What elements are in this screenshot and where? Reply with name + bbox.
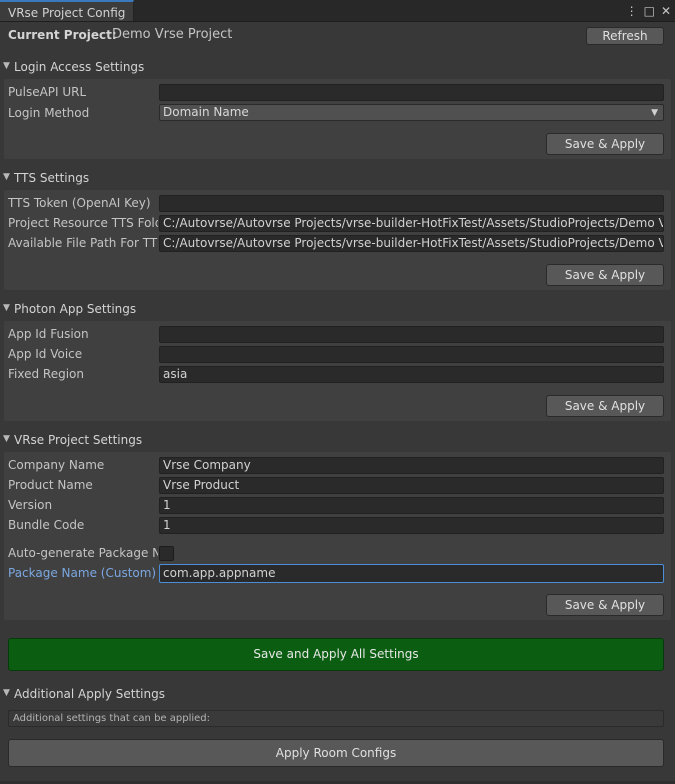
section-title-login: Login Access Settings: [14, 60, 145, 74]
project-save-apply-button[interactable]: Save & Apply: [546, 594, 664, 616]
login-method-value: Domain Name: [163, 105, 249, 119]
version-input[interactable]: 1: [159, 497, 664, 514]
fixed-region-label: Fixed Region: [8, 367, 84, 381]
refresh-button[interactable]: Refresh: [586, 27, 664, 45]
company-name-input[interactable]: Vrse Company: [159, 457, 664, 474]
foldout-arrow-icon: ▼: [3, 61, 10, 71]
foldout-arrow-icon: ▼: [3, 303, 10, 313]
app-id-voice-label: App Id Voice: [8, 347, 83, 361]
apply-room-configs-button[interactable]: Apply Room Configs: [8, 739, 664, 767]
fixed-region-input[interactable]: asia: [159, 366, 664, 383]
tts-token-label: TTS Token (OpenAI Key): [8, 196, 151, 210]
tts-token-input[interactable]: [159, 195, 664, 212]
current-project-value: Demo Vrse Project: [112, 27, 233, 42]
bundle-code-input[interactable]: 1: [159, 517, 664, 534]
company-name-label: Company Name: [8, 458, 105, 472]
tts-resource-folder-input[interactable]: C:/Autovrse/Autovrse Projects/vrse-build…: [159, 215, 664, 232]
app-id-fusion-input[interactable]: [159, 326, 664, 343]
current-project-row: Current Project: Demo Vrse Project: [0, 24, 675, 48]
autogen-package-checkbox[interactable]: [159, 546, 174, 561]
foldout-arrow-icon: ▼: [3, 688, 10, 698]
photon-save-apply-button[interactable]: Save & Apply: [546, 395, 664, 417]
foldout-arrow-icon: ▼: [3, 434, 10, 444]
more-vertical-icon[interactable]: ⋮: [626, 4, 638, 18]
section-title-project: VRse Project Settings: [14, 433, 143, 447]
product-name-input[interactable]: Vrse Product: [159, 477, 664, 494]
section-header-tts[interactable]: ▼ TTS Settings: [0, 169, 675, 189]
login-method-label: Login Method: [8, 106, 90, 120]
version-label: Version: [8, 498, 53, 512]
section-title-additional: Additional Apply Settings: [14, 687, 165, 701]
section-header-photon[interactable]: ▼ Photon App Settings: [0, 300, 675, 320]
section-header-project[interactable]: ▼ VRse Project Settings: [0, 431, 675, 451]
pulse-api-url-label: PulseAPI URL: [8, 85, 87, 99]
section-title-tts: TTS Settings: [14, 171, 90, 185]
tab-vrse-project-config[interactable]: VRse Project Config: [0, 0, 135, 21]
package-name-label: Package Name (Custom): [8, 566, 157, 580]
dropdown-arrow-icon: ▼: [651, 108, 658, 118]
tts-available-path-label: Available File Path For TTS: [8, 236, 158, 250]
bundle-code-label: Bundle Code: [8, 518, 85, 532]
window-controls: ⋮ □ ✕: [626, 1, 671, 20]
product-name-label: Product Name: [8, 478, 93, 492]
section-header-login[interactable]: ▼ Login Access Settings: [0, 58, 675, 78]
autogen-package-label: Auto-generate Package Na: [8, 546, 158, 560]
tts-resource-folder-label: Project Resource TTS Fold: [8, 216, 158, 230]
section-title-photon: Photon App Settings: [14, 302, 137, 316]
tts-available-path-input[interactable]: C:/Autovrse/Autovrse Projects/vrse-build…: [159, 235, 664, 252]
current-project-label: Current Project:: [8, 28, 117, 42]
package-name-input[interactable]: com.app.appname: [159, 564, 664, 583]
additional-help-text: Additional settings that can be applied:: [8, 710, 664, 727]
pulse-api-url-input[interactable]: [159, 84, 664, 101]
login-save-apply-button[interactable]: Save & Apply: [546, 133, 664, 155]
foldout-arrow-icon: ▼: [3, 172, 10, 182]
save-apply-all-button[interactable]: Save and Apply All Settings: [8, 638, 664, 671]
maximize-icon[interactable]: □: [644, 4, 655, 18]
close-icon[interactable]: ✕: [661, 4, 671, 18]
app-id-fusion-label: App Id Fusion: [8, 327, 89, 341]
login-method-dropdown[interactable]: Domain Name ▼: [159, 104, 664, 121]
app-id-voice-input[interactable]: [159, 346, 664, 363]
tts-save-apply-button[interactable]: Save & Apply: [546, 264, 664, 286]
section-header-additional[interactable]: ▼ Additional Apply Settings: [0, 685, 675, 705]
window-titlebar: VRse Project Config ⋮ □ ✕: [0, 0, 675, 22]
